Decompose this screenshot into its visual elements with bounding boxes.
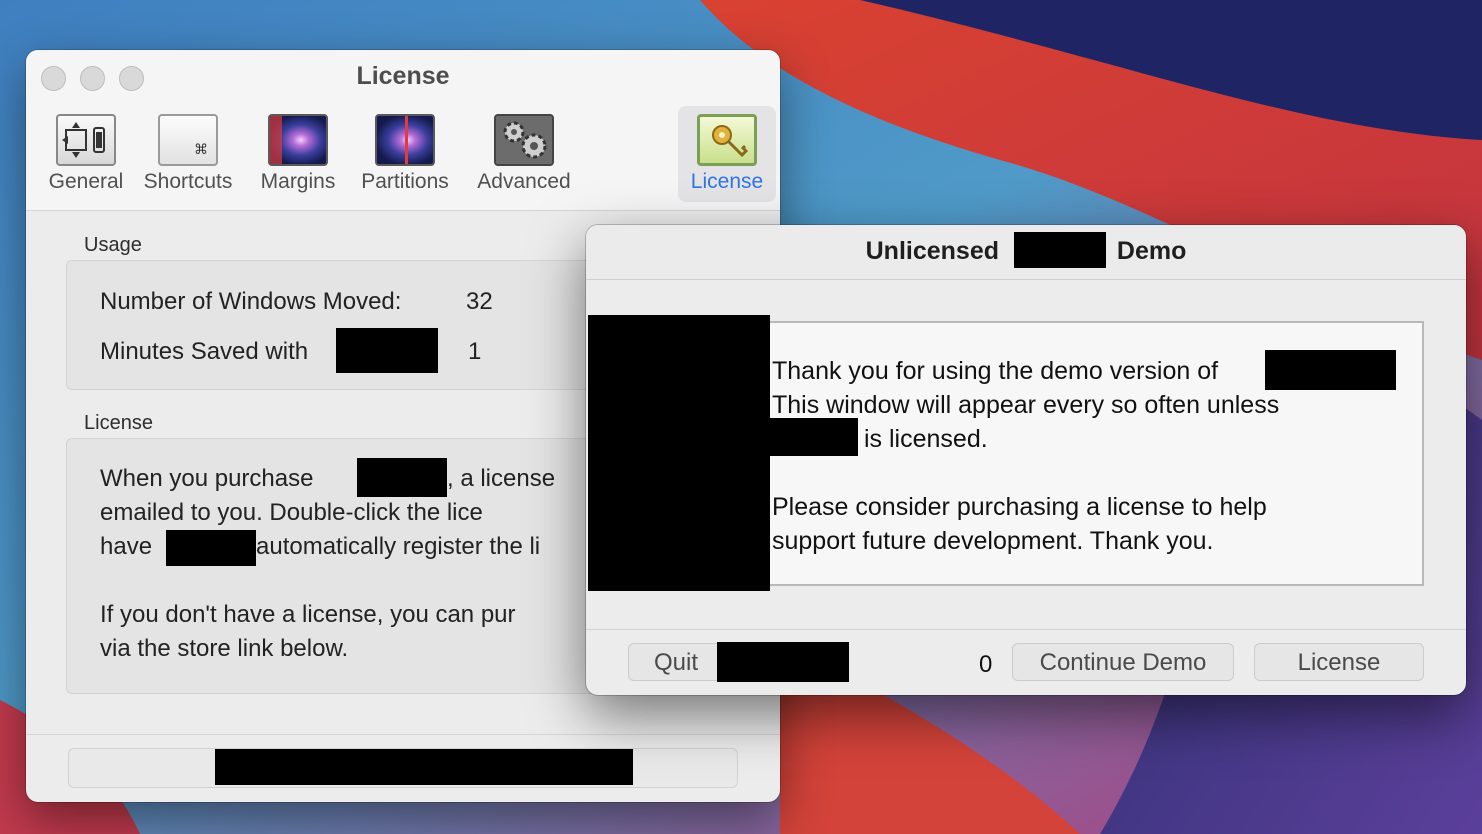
- margin-highlight: [270, 116, 282, 164]
- windows-moved-value: 32: [466, 288, 493, 315]
- window-toolbar: License General ⌘ Shortcuts Margins Part…: [26, 50, 780, 211]
- unlicensed-demo-dialog: Unlicensed Demo Thank you for using the …: [586, 225, 1466, 695]
- windows-moved-label: Number of Windows Moved:: [100, 288, 402, 315]
- dialog-message-line1: Thank you for using the demo version of: [772, 357, 1219, 385]
- license-text-line3-post: automatically register the li: [256, 533, 541, 560]
- toolbar-label-shortcuts: Shortcuts: [143, 170, 233, 193]
- partitions-icon: [375, 114, 435, 166]
- redacted-app-name: [717, 642, 849, 682]
- dialog-title-bar: Unlicensed Demo: [586, 225, 1466, 280]
- continue-demo-button[interactable]: Continue Demo: [1012, 643, 1234, 681]
- advanced-gears-icon: [494, 114, 554, 166]
- countdown-counter: 0: [979, 651, 993, 678]
- toolbar-item-license[interactable]: License: [678, 106, 776, 202]
- dialog-title-post: Demo: [1116, 237, 1187, 265]
- redacted-app-name: [1265, 350, 1396, 390]
- license-text-line1-pre: When you purchase: [100, 465, 314, 492]
- license-key-icon: [697, 114, 757, 166]
- usage-heading: Usage: [84, 234, 142, 256]
- partition-line: [405, 116, 408, 164]
- redacted-app-name: [770, 418, 858, 456]
- redacted-app-name: [166, 530, 256, 566]
- toolbar-label-general: General: [48, 170, 124, 193]
- toolbar-label-advanced: Advanced: [477, 170, 571, 193]
- redacted-store-link: [215, 749, 633, 785]
- quit-button-label: Quit: [654, 649, 699, 676]
- toolbar-label-license: License: [690, 170, 764, 193]
- bottom-divider: [26, 734, 780, 735]
- window-title: License: [356, 62, 450, 90]
- license-text-line4: If you don't have a license, you can pur: [100, 601, 516, 628]
- toolbar-item-shortcuts[interactable]: ⌘ Shortcuts: [134, 106, 242, 202]
- minutes-saved-value: 1: [468, 338, 482, 365]
- quit-button[interactable]: Quit: [628, 642, 849, 682]
- redacted-app-icon: [588, 315, 770, 591]
- redacted-app-name: [336, 328, 438, 373]
- license-text-line1-post: , a license: [447, 465, 556, 492]
- general-icon: [56, 114, 116, 166]
- toolbar-item-margins[interactable]: Margins: [250, 106, 346, 202]
- toolbar-label-margins: Margins: [260, 170, 336, 193]
- toolbar-item-advanced[interactable]: Advanced: [468, 106, 580, 202]
- command-glyph: ⌘: [194, 141, 208, 157]
- license-text-line5: via the store link below.: [100, 635, 349, 662]
- license-button[interactable]: License: [1254, 643, 1424, 681]
- dialog-title-pre: Unlicensed: [865, 237, 999, 265]
- dialog-message-line2: This window will appear every so often u…: [772, 391, 1280, 419]
- shortcuts-icon: ⌘: [158, 114, 218, 166]
- dialog-footer-divider: [586, 629, 1466, 630]
- toolbar-item-partitions[interactable]: Partitions: [352, 106, 458, 202]
- redacted-app-name: [357, 458, 447, 497]
- toolbar-label-partitions: Partitions: [361, 170, 449, 193]
- license-text-line3-pre: have: [100, 533, 153, 560]
- store-link-button[interactable]: [68, 748, 738, 788]
- license-heading: License: [84, 412, 153, 434]
- license-text-line2: emailed to you. Double-click the lice: [100, 499, 483, 526]
- toolbar-item-general[interactable]: General: [34, 106, 138, 202]
- dialog-message-line4: Please consider purchasing a license to …: [772, 493, 1267, 521]
- dialog-message-line5: support future development. Thank you.: [772, 527, 1214, 555]
- minutes-saved-label: Minutes Saved with: [100, 338, 309, 365]
- redacted-app-name: [1013, 232, 1106, 269]
- dialog-message-line3: is licensed.: [864, 425, 988, 453]
- margins-icon: [268, 114, 328, 166]
